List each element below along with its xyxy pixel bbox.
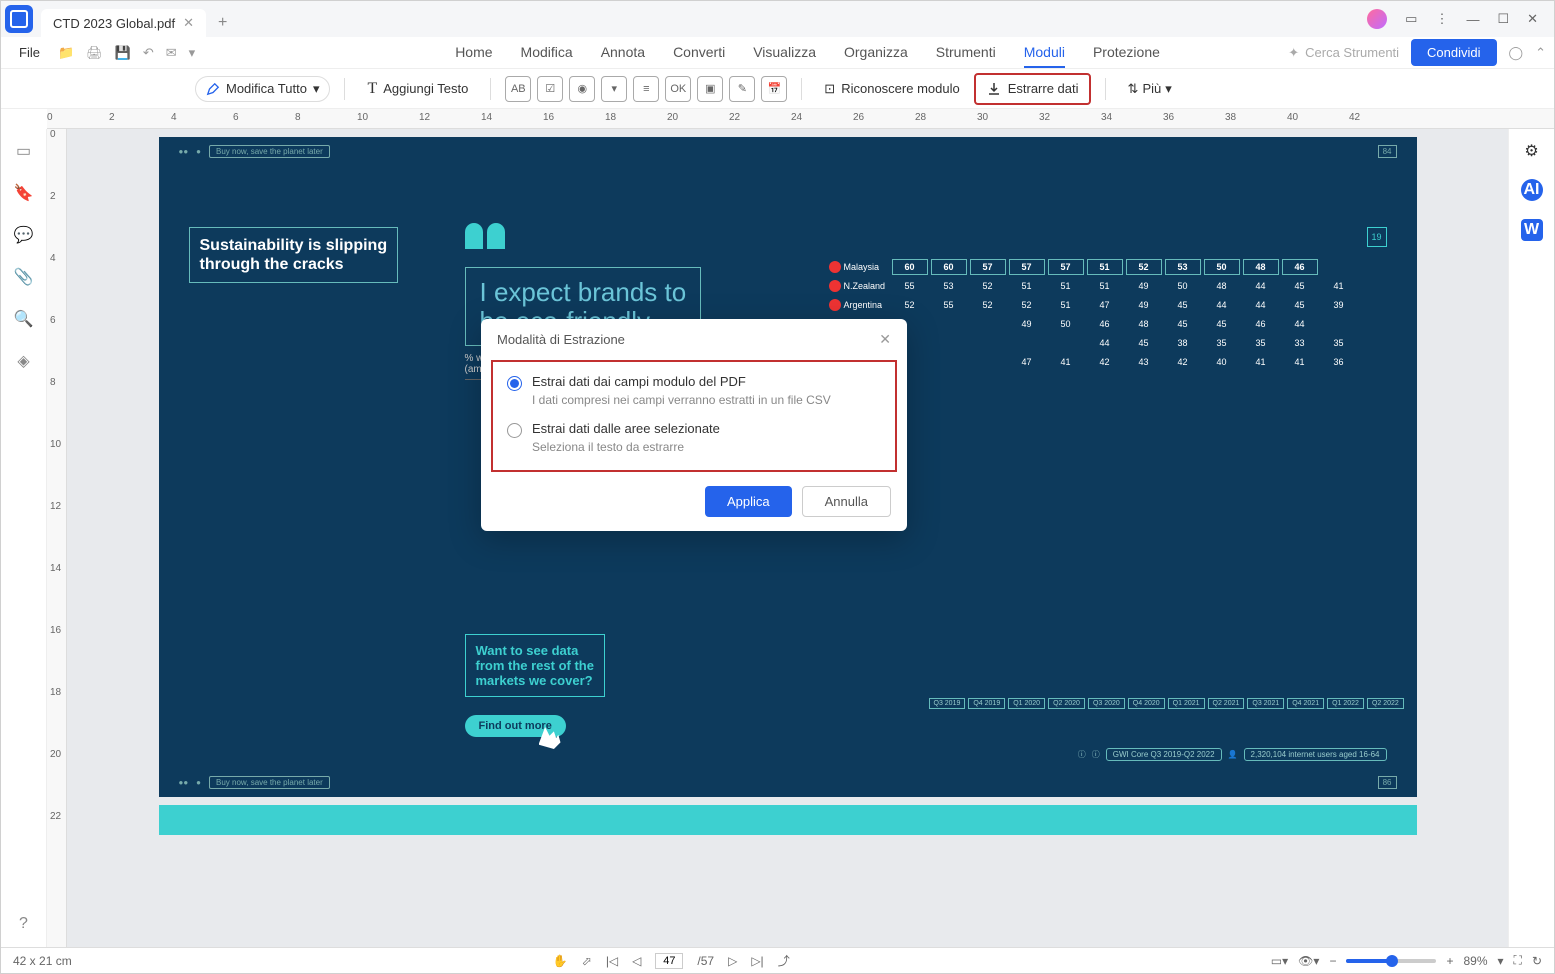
dialog-close-icon[interactable]: ✕ <box>879 331 891 348</box>
radio-unchecked-icon <box>507 423 522 438</box>
extract-mode-dialog: Modalità di Estrazione ✕ Estrai dati dai… <box>481 319 907 531</box>
extract-selected-areas-option[interactable]: Estrai dati dalle aree selezionate Selez… <box>507 421 881 454</box>
modal-overlay: Modalità di Estrazione ✕ Estrai dati dai… <box>1 1 1554 973</box>
dialog-title: Modalità di Estrazione <box>497 332 625 347</box>
extract-form-fields-option[interactable]: Estrai dati dai campi modulo del PDF I d… <box>507 374 881 407</box>
cancel-button[interactable]: Annulla <box>802 486 891 517</box>
apply-button[interactable]: Applica <box>705 486 792 517</box>
radio-checked-icon <box>507 376 522 391</box>
